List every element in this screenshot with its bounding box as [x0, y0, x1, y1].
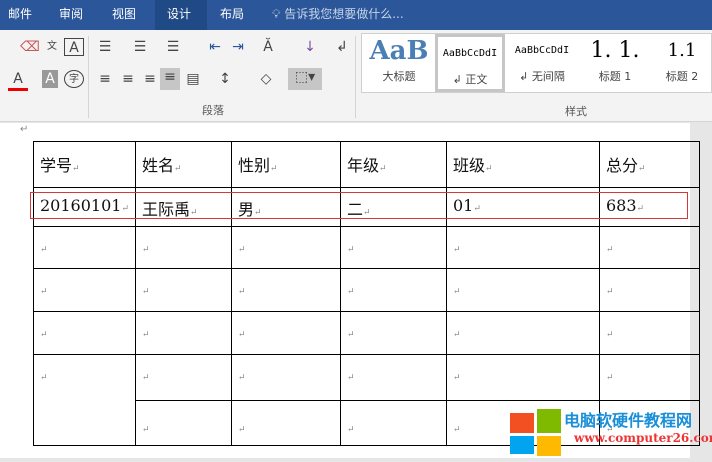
shading-icon[interactable]: ◇: [256, 70, 276, 88]
style-label: ↲ 正文: [452, 73, 488, 86]
style-preview: 1.1: [667, 40, 697, 61]
style-heading-1[interactable]: 1. 1. 标题 1: [580, 34, 650, 92]
char-shading-icon[interactable]: A: [42, 70, 58, 88]
empty-cell[interactable]: ↵: [445, 268, 600, 312]
align-right-icon[interactable]: ≡: [140, 70, 160, 88]
align-center-icon[interactable]: ≡: [118, 70, 138, 88]
clear-format-icon[interactable]: ⌫: [20, 38, 40, 56]
increase-indent-icon[interactable]: ⇥: [228, 38, 248, 56]
bullets-icon[interactable]: ☰: [95, 38, 115, 56]
style-preview: AaBbCcDdI: [514, 45, 570, 56]
empty-cell[interactable]: ↵: [230, 354, 341, 401]
sort-icon[interactable]: ↓: [300, 38, 320, 56]
watermark: 电脑软硬件教程网 www.computer26.com: [508, 405, 712, 458]
empty-cell[interactable]: ↵: [134, 400, 232, 446]
header-cell[interactable]: 班级↵: [445, 141, 600, 188]
align-left-icon[interactable]: ≡: [95, 70, 115, 88]
style-heading-2[interactable]: 1.1 标题 2: [647, 34, 712, 92]
enclose-char-icon[interactable]: 字: [64, 70, 84, 88]
empty-cell[interactable]: ↵: [339, 226, 447, 269]
empty-cell[interactable]: ↵: [33, 311, 136, 355]
style-normal[interactable]: AaBbCcDdI ↲ 正文: [435, 34, 505, 92]
tab-view[interactable]: 视图: [106, 0, 142, 30]
header-cell[interactable]: 学号↵: [33, 141, 136, 188]
numbering-icon[interactable]: ☰: [130, 38, 150, 56]
justify-icon[interactable]: ≡: [160, 68, 180, 90]
style-no-spacing[interactable]: AaBbCcDdI ↲ 无间隔: [507, 34, 577, 92]
empty-cell[interactable]: ↵: [339, 400, 447, 446]
style-label: 标题 1: [598, 70, 632, 83]
empty-cell[interactable]: ↵: [339, 268, 447, 312]
table-row: ↵ ↵ ↵ ↵ ↵ ↵: [33, 311, 700, 355]
table-row: ↵ ↵ ↵ ↵ ↵ ↵: [33, 226, 700, 269]
group-label-paragraph: 段落: [202, 104, 224, 117]
watermark-title: 电脑软硬件教程网: [564, 411, 693, 430]
tell-me-text: 告诉我您想要做什么...: [284, 7, 404, 21]
header-cell[interactable]: 总分↵: [598, 141, 700, 188]
empty-cell[interactable]: ↵: [339, 311, 447, 355]
merged-cell[interactable]: ↵: [33, 354, 136, 446]
font-color-icon[interactable]: A: [8, 70, 28, 91]
empty-cell[interactable]: ↵: [445, 354, 600, 401]
student-table[interactable]: 学号↵ 姓名↵ 性别↵ 年级↵ 班级↵ 总分↵ 20160101↵ 王际禹↵ 男…: [33, 141, 700, 446]
empty-cell[interactable]: ↵: [230, 268, 341, 312]
header-cell[interactable]: 性别↵: [230, 141, 341, 188]
empty-cell[interactable]: ↵: [230, 400, 341, 446]
multilevel-list-icon[interactable]: ☰: [163, 38, 183, 56]
header-cell[interactable]: 年级↵: [339, 141, 447, 188]
empty-cell[interactable]: ↵: [598, 354, 700, 401]
show-marks-icon[interactable]: ↲: [332, 38, 352, 56]
decrease-indent-icon[interactable]: ⇤: [205, 38, 225, 56]
tab-mailings[interactable]: 邮件: [2, 0, 38, 30]
table-header-row: 学号↵ 姓名↵ 性别↵ 年级↵ 班级↵ 总分↵: [33, 141, 700, 188]
empty-cell[interactable]: ↵: [33, 226, 136, 269]
header-cell[interactable]: 姓名↵: [134, 141, 232, 188]
style-label: 标题 2: [665, 70, 699, 83]
ribbon-tabs: 邮件 审阅 视图 设计 布局 💡︎ 告诉我您想要做什么...: [0, 0, 712, 30]
row-highlight-box: [30, 192, 688, 219]
table-row: ↵ ↵ ↵ ↵ ↵ ↵: [33, 354, 700, 446]
styles-gallery: AaB 大标题 AaBbCcDdI ↲ 正文 AaBbCcDdI ↲ 无间隔 1. 1…: [361, 33, 712, 93]
tell-me-box[interactable]: 💡︎ 告诉我您想要做什么...: [272, 0, 404, 28]
empty-cell[interactable]: ↵: [134, 226, 232, 269]
empty-cell[interactable]: ↵: [230, 226, 341, 269]
empty-cell[interactable]: ↵: [134, 268, 232, 312]
style-label: ↲ 无间隔: [519, 70, 565, 83]
empty-cell[interactable]: ↵: [33, 268, 136, 312]
empty-cell[interactable]: ↵: [445, 311, 600, 355]
watermark-url: www.computer26.com: [574, 431, 712, 445]
tab-review[interactable]: 审阅: [53, 0, 89, 30]
phonetic-guide-icon[interactable]: 文: [42, 38, 62, 56]
empty-cell[interactable]: ↵: [339, 354, 447, 401]
line-spacing-icon[interactable]: ↕: [215, 70, 235, 88]
style-preview: AaBbCcDdI: [442, 48, 498, 59]
borders-icon[interactable]: ⬚▾: [288, 68, 322, 90]
style-label: 大标题: [382, 70, 416, 83]
lightbulb-icon: 💡︎: [272, 7, 285, 21]
style-preview: AaB: [369, 36, 429, 66]
tab-design[interactable]: 设计: [155, 0, 207, 30]
table-row: ↵ ↵ ↵ ↵ ↵ ↵: [33, 268, 700, 312]
empty-cell[interactable]: ↵: [445, 226, 600, 269]
style-preview: 1. 1.: [590, 38, 640, 63]
chinese-layout-icon[interactable]: Ᾰ: [258, 38, 278, 56]
tab-layout[interactable]: 布局: [214, 0, 250, 30]
empty-cell[interactable]: ↵: [134, 354, 232, 401]
empty-cell[interactable]: ↵: [598, 311, 700, 355]
windows-logo-icon: [510, 409, 561, 456]
empty-cell[interactable]: ↵: [134, 311, 232, 355]
group-label-styles: 样式: [565, 105, 587, 118]
empty-cell[interactable]: ↵: [230, 311, 341, 355]
paragraph-mark: ↵: [20, 124, 29, 135]
style-title[interactable]: AaB 大标题: [364, 34, 434, 92]
empty-cell[interactable]: ↵: [598, 226, 700, 269]
char-border-icon[interactable]: A: [64, 38, 84, 56]
empty-cell[interactable]: ↵: [598, 268, 700, 312]
distribute-icon[interactable]: ▤: [183, 70, 203, 88]
